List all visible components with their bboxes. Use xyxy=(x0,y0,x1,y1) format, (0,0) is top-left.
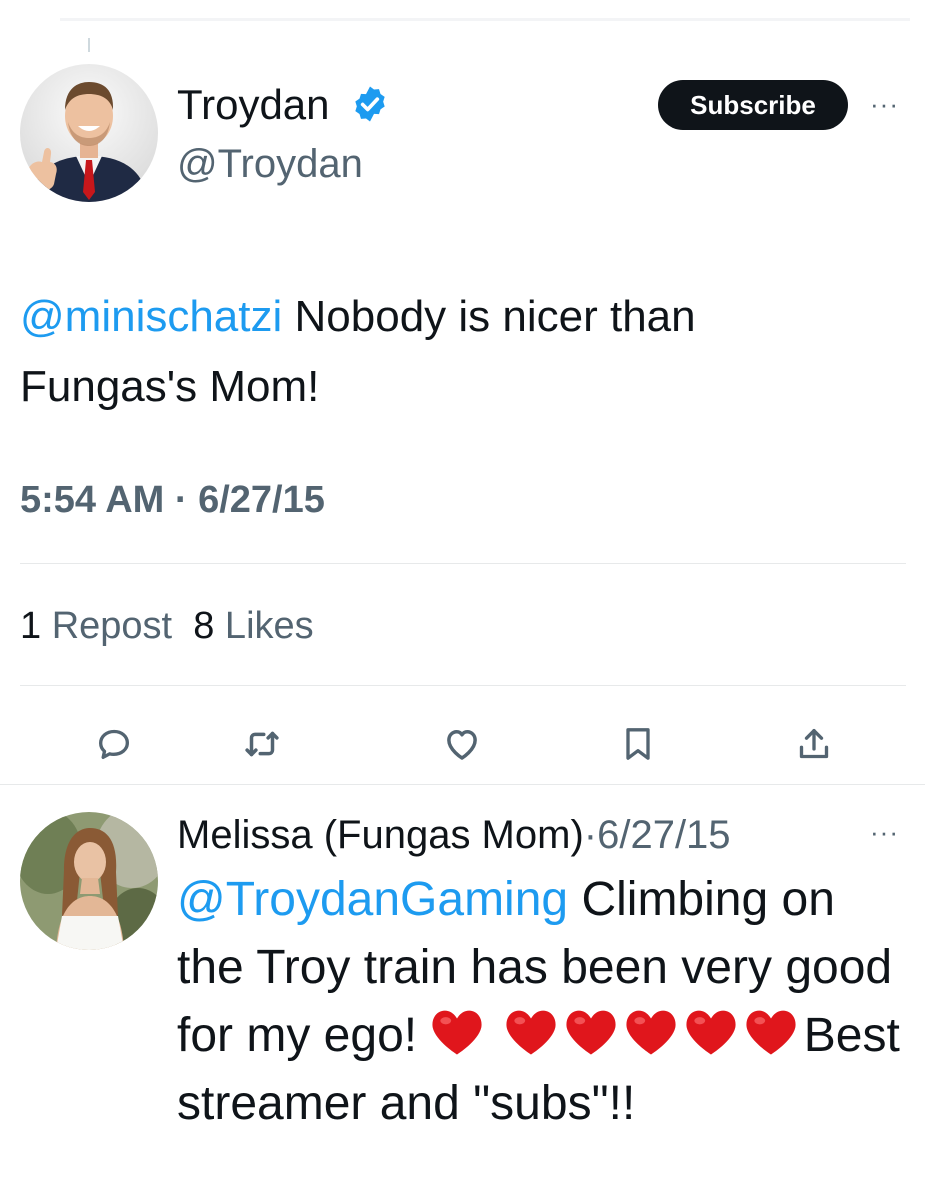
reposts-stat[interactable]: 1 Repost xyxy=(20,605,172,647)
action-bar xyxy=(0,714,925,774)
likes-count: 8 xyxy=(193,605,215,647)
verified-badge-icon xyxy=(350,84,390,124)
red-heart-emoji xyxy=(430,1007,484,1057)
subscribe-button[interactable]: Subscribe xyxy=(658,80,848,130)
reply-more-options-icon[interactable]: ··· xyxy=(870,819,899,845)
tweet-timestamp[interactable]: 5:54 AM · 6/27/15 xyxy=(20,478,325,522)
red-heart-emoji xyxy=(684,1007,738,1057)
reply-text: @TroydanGaming Climbing on the Troy trai… xyxy=(177,866,907,1138)
reply-mention-link[interactable]: @TroydanGaming xyxy=(177,873,568,926)
bookmark-icon[interactable] xyxy=(608,714,668,774)
red-heart-emoji xyxy=(744,1007,798,1057)
reply-author-name[interactable]: Melissa (Fungas Mom) xyxy=(177,813,584,857)
divider xyxy=(20,563,906,564)
likes-stat[interactable]: 8 Likes xyxy=(193,605,313,647)
mention-link[interactable]: @minischatzi xyxy=(20,292,282,341)
reposts-count: 1 xyxy=(20,605,42,647)
reposts-label: Repost xyxy=(41,605,173,647)
author-avatar[interactable] xyxy=(20,64,158,202)
share-icon[interactable] xyxy=(784,714,844,774)
tweet-text: @minischatzi Nobody is nicer than Fungas… xyxy=(20,282,880,422)
red-heart-emoji xyxy=(624,1007,678,1057)
reply-header: Melissa (Fungas Mom)·6/27/15 xyxy=(177,812,731,858)
repost-icon[interactable] xyxy=(232,714,292,774)
author-name[interactable]: Troydan xyxy=(177,82,330,128)
divider xyxy=(0,784,925,785)
thread-line xyxy=(88,38,90,52)
reply-author-avatar[interactable] xyxy=(20,812,158,950)
top-divider xyxy=(60,18,910,21)
more-options-icon[interactable]: ··· xyxy=(870,91,899,117)
engagement-stats: 1 Repost 8 Likes xyxy=(20,604,314,648)
author-handle[interactable]: @Troydan xyxy=(177,142,363,186)
separator-dot: · xyxy=(583,813,598,857)
likes-label: Likes xyxy=(214,605,314,647)
red-heart-emoji xyxy=(504,1007,558,1057)
reply-icon[interactable] xyxy=(84,714,144,774)
reply-date[interactable]: 6/27/15 xyxy=(597,813,730,857)
like-icon[interactable] xyxy=(432,714,492,774)
divider xyxy=(20,685,906,686)
red-heart-emoji xyxy=(564,1007,618,1057)
